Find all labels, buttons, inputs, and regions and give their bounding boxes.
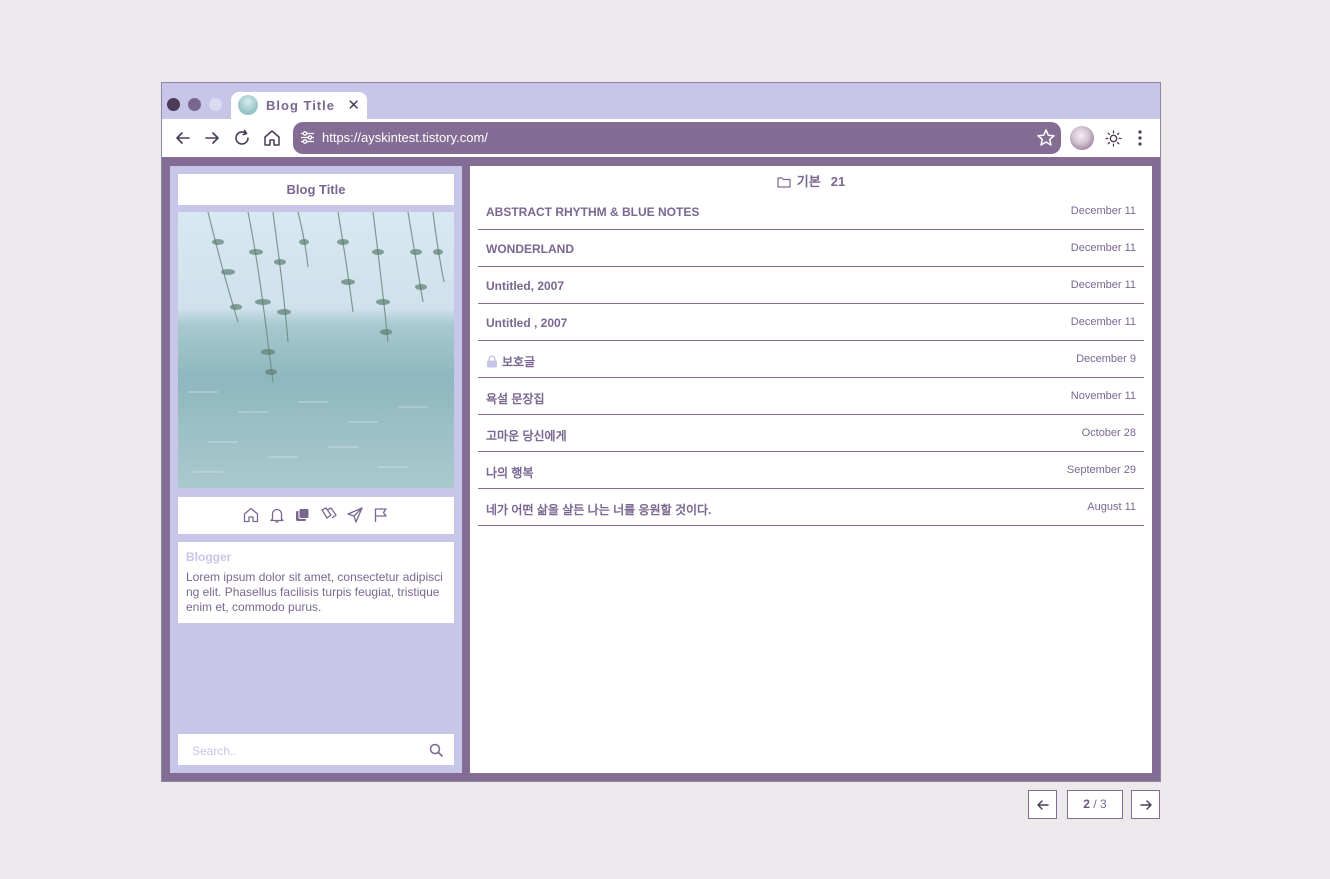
- lock-icon: [487, 355, 497, 368]
- bell-icon[interactable]: [268, 506, 286, 524]
- post-list: ABSTRACT RHYTHM & BLUE NOTES December 11…: [478, 193, 1144, 526]
- category-name: 기본: [796, 174, 821, 189]
- post-item[interactable]: WONDERLAND December 11: [478, 230, 1144, 267]
- favicon-icon: [238, 95, 258, 115]
- post-item[interactable]: 고마운 당신에게 October 28: [478, 415, 1144, 452]
- blog-sidebar: Blog Title Blogger Lorem ipsum dolor sit…: [170, 166, 462, 773]
- site-settings-icon[interactable]: [300, 130, 315, 145]
- post-title[interactable]: WONDERLAND: [486, 242, 574, 256]
- send-icon[interactable]: [346, 506, 364, 524]
- browser-tab[interactable]: Blog Title ✕: [231, 92, 367, 119]
- next-page-button[interactable]: [1131, 790, 1160, 819]
- total-pages: 3: [1100, 797, 1107, 811]
- home-icon[interactable]: [242, 506, 260, 524]
- browser-window: Blog Title ✕ https://ayskintest.tistory.…: [161, 82, 1161, 782]
- post-date: December 11: [1070, 279, 1136, 291]
- arrow-right-icon: [1140, 800, 1152, 810]
- post-item[interactable]: 네가 어떤 삶을 살든 나는 너를 응원할 것이다. August 11: [478, 489, 1144, 526]
- brightness-icon[interactable]: [1105, 130, 1122, 147]
- category-count: 21: [830, 174, 846, 189]
- post-title-wrap[interactable]: 보호글: [486, 353, 535, 370]
- search-box: [178, 734, 454, 765]
- post-item-protected[interactable]: 보호글 December 9: [478, 341, 1144, 378]
- post-date: December 9: [1076, 353, 1136, 365]
- close-window-dot[interactable]: [167, 98, 180, 111]
- post-date: December 11: [1070, 316, 1136, 328]
- profile-avatar[interactable]: [1070, 126, 1094, 150]
- flag-icon[interactable]: [372, 506, 390, 524]
- post-title[interactable]: 네가 어떤 삶을 살든 나는 너를 응원할 것이다.: [486, 501, 711, 518]
- post-date: August 11: [1087, 501, 1136, 513]
- browser-toolbar: https://ayskintest.tistory.com/: [162, 119, 1160, 157]
- post-item[interactable]: 나의 행복 September 29: [478, 452, 1144, 489]
- search-input[interactable]: [190, 740, 414, 762]
- minimize-window-dot[interactable]: [188, 98, 201, 111]
- post-title[interactable]: 욕설 문장집: [486, 390, 545, 407]
- tab-title: Blog Title: [266, 98, 335, 113]
- forward-arrow-icon[interactable]: [202, 128, 222, 148]
- page-indicator: 2 / 3: [1067, 790, 1123, 819]
- back-arrow-icon[interactable]: [173, 128, 193, 148]
- tab-bar: Blog Title ✕: [162, 83, 1160, 119]
- post-title[interactable]: ABSTRACT RHYTHM & BLUE NOTES: [486, 205, 699, 219]
- post-date: December 11: [1070, 242, 1136, 254]
- post-item[interactable]: Untitled , 2007 December 11: [478, 304, 1144, 341]
- post-list-panel: 기본 21 ABSTRACT RHYTHM & BLUE NOTES Decemb…: [470, 166, 1152, 773]
- more-menu-icon[interactable]: [1137, 129, 1143, 147]
- search-icon[interactable]: [429, 743, 443, 757]
- post-title[interactable]: 고마운 당신에게: [486, 427, 567, 444]
- cover-image: [178, 212, 454, 488]
- arrow-left-icon: [1037, 800, 1049, 810]
- post-title[interactable]: 보호글: [502, 355, 535, 369]
- current-page: 2: [1083, 797, 1090, 811]
- blogger-description: Lorem ipsum dolor sit amet, consectetur …: [186, 570, 443, 614]
- tags-icon[interactable]: [320, 506, 338, 524]
- prev-page-button[interactable]: [1028, 790, 1057, 819]
- maximize-window-dot[interactable]: [209, 98, 222, 111]
- blogger-name: Blogger: [186, 550, 232, 564]
- post-item[interactable]: Untitled, 2007 December 11: [478, 267, 1144, 304]
- address-bar[interactable]: https://ayskintest.tistory.com/: [293, 122, 1061, 154]
- reload-icon[interactable]: [232, 128, 252, 148]
- post-date: December 11: [1070, 205, 1136, 217]
- post-title[interactable]: Untitled, 2007: [486, 279, 564, 293]
- page-separator: /: [1089, 797, 1100, 811]
- post-title[interactable]: 나의 행복: [486, 464, 534, 481]
- blogger-profile: Blogger Lorem ipsum dolor sit amet, cons…: [178, 542, 454, 623]
- post-date: September 29: [1066, 464, 1136, 476]
- tab-close-icon[interactable]: ✕: [347, 96, 360, 114]
- category-header: 기본 21: [470, 174, 1152, 190]
- post-item[interactable]: 욕설 문장집 November 11: [478, 378, 1144, 415]
- sidebar-menu-icons: [178, 497, 454, 534]
- home-icon[interactable]: [262, 128, 282, 148]
- bookmark-star-icon[interactable]: [1036, 128, 1056, 148]
- blog-title[interactable]: Blog Title: [178, 174, 454, 205]
- folders-icon[interactable]: [294, 506, 312, 524]
- post-date: November 11: [1070, 390, 1136, 402]
- folder-icon: [777, 177, 791, 188]
- post-date: October 28: [1081, 427, 1136, 439]
- url-text[interactable]: https://ayskintest.tistory.com/: [322, 130, 488, 145]
- post-item[interactable]: ABSTRACT RHYTHM & BLUE NOTES December 11: [478, 193, 1144, 230]
- post-title[interactable]: Untitled , 2007: [486, 316, 567, 330]
- willow-branches-image: [188, 212, 445, 473]
